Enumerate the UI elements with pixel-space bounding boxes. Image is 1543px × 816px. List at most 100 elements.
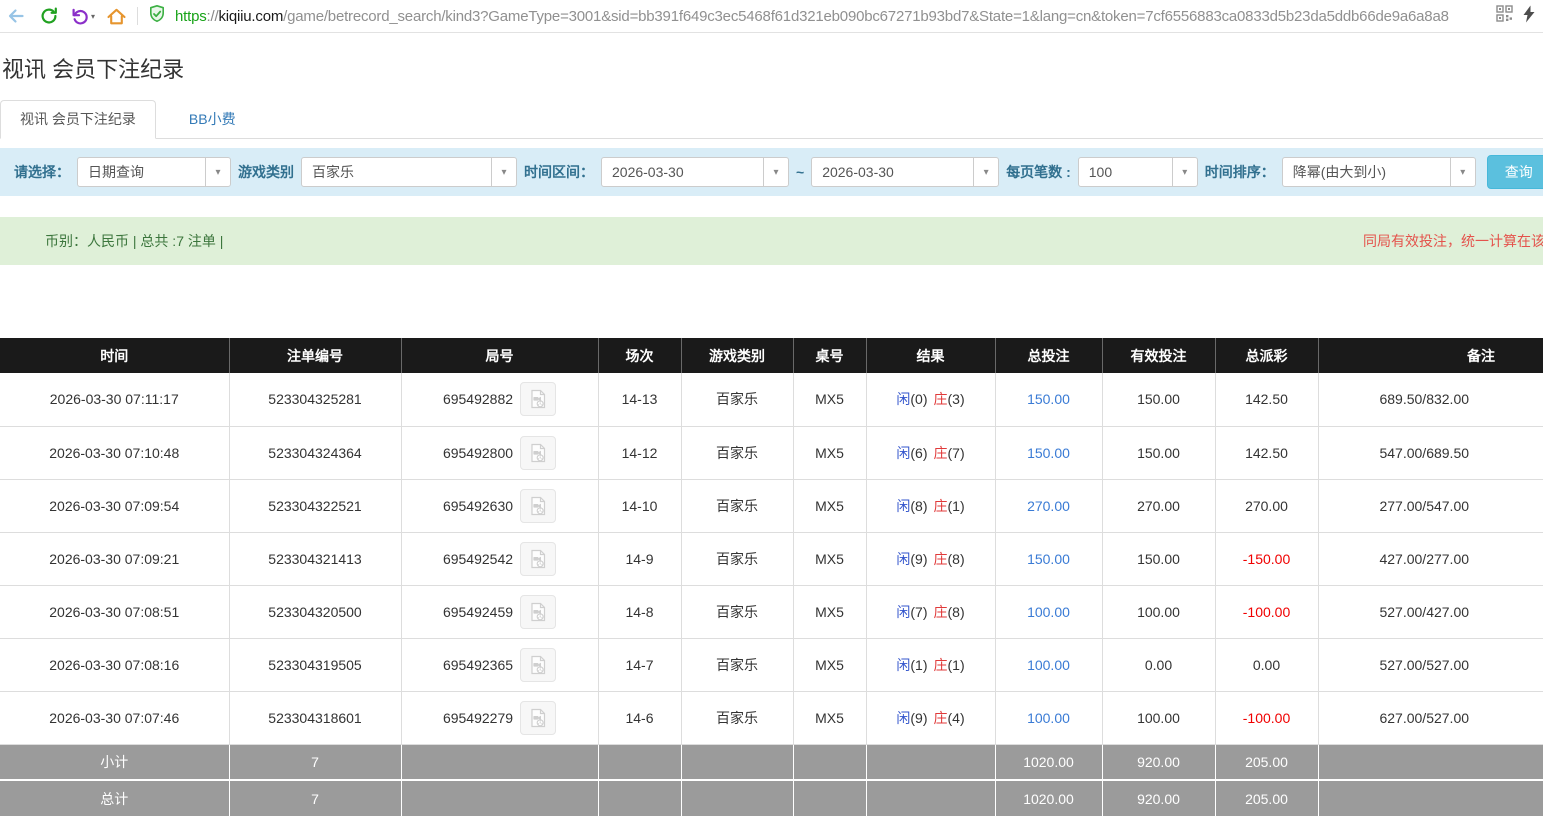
video-replay-button[interactable]	[520, 701, 556, 735]
player-result-label: 闲	[896, 445, 910, 461]
grand-total-row: 总计 7 1020.00 920.00 205.00	[0, 780, 1543, 816]
date-from-select[interactable]: 2026-03-30 ▾	[601, 157, 789, 187]
banker-result-score: (3)	[948, 391, 965, 407]
banker-result-label: 庄	[934, 657, 948, 673]
video-replay-button[interactable]	[520, 436, 556, 470]
banker-result-label: 庄	[934, 391, 948, 407]
page-size-label: 每页笔数 :	[1006, 162, 1071, 182]
cell-bet-id: 523304318601	[229, 691, 401, 744]
column-header-10: 备注	[1318, 338, 1543, 373]
cell-session: 14-6	[598, 691, 681, 744]
cell-table-no: MX5	[793, 479, 866, 532]
player-result-score: (1)	[910, 657, 927, 673]
banker-result-score: (1)	[948, 657, 965, 673]
total-bet-link[interactable]: 150.00	[1027, 391, 1070, 407]
date-range-separator: ~	[796, 164, 804, 180]
total-bet-link[interactable]: 100.00	[1027, 710, 1070, 726]
cell-bet-id: 523304324364	[229, 426, 401, 479]
cell-total-bet: 150.00	[995, 532, 1102, 585]
banker-result-score: (4)	[948, 710, 965, 726]
undo-icon[interactable]: ▾	[70, 6, 95, 26]
date-range-label: 时间区间：	[524, 162, 594, 182]
sort-order-select[interactable]: 降幂(由大到小) ▾	[1282, 157, 1476, 187]
search-button[interactable]: 查询	[1487, 155, 1543, 189]
subtotal-label: 小计	[0, 744, 229, 780]
home-icon[interactable]	[104, 4, 128, 28]
player-result-score: (6)	[910, 445, 927, 461]
subtotal-count: 7	[229, 744, 401, 780]
cell-payout: 142.50	[1215, 426, 1318, 479]
total-bet-link[interactable]: 100.00	[1027, 657, 1070, 673]
cell-game-type: 百家乐	[681, 585, 793, 638]
cell-session: 14-10	[598, 479, 681, 532]
cell-game-type: 百家乐	[681, 638, 793, 691]
cell-result: 闲(0)庄(3)	[866, 373, 995, 426]
cell-time: 2026-03-30 07:07:46	[0, 691, 229, 744]
video-replay-button[interactable]	[520, 595, 556, 629]
url-text: https://kiqiiu.com/game/betrecord_search…	[175, 8, 1487, 25]
total-bet-link[interactable]: 150.00	[1027, 445, 1070, 461]
tab-bb-tips[interactable]: BB小费	[170, 101, 255, 138]
table-row: 2026-03-30 07:09:54 523304322521 6954926…	[0, 479, 1543, 532]
column-header-8: 有效投注	[1102, 338, 1215, 373]
cell-round-id: 695492630	[401, 479, 598, 532]
total-label: 总计	[0, 780, 229, 816]
cell-valid-bet: 150.00	[1102, 373, 1215, 426]
query-type-select[interactable]: 日期查询 ▾	[77, 157, 231, 187]
cell-bet-id: 523304321413	[229, 532, 401, 585]
video-replay-button[interactable]	[520, 648, 556, 682]
lightning-icon[interactable]	[1521, 5, 1537, 28]
total-bet-link[interactable]: 270.00	[1027, 498, 1070, 514]
refresh-icon[interactable]	[37, 4, 61, 28]
cell-session: 14-9	[598, 532, 681, 585]
subtotal-valid-bet: 920.00	[1102, 744, 1215, 780]
cell-remark: 627.00/527.00	[1318, 691, 1543, 744]
column-header-7: 总投注	[995, 338, 1102, 373]
video-replay-button[interactable]	[520, 489, 556, 523]
qr-code-icon[interactable]	[1496, 5, 1513, 27]
cell-round-id: 695492365	[401, 638, 598, 691]
column-header-5: 桌号	[793, 338, 866, 373]
chevron-down-icon: ▾	[1172, 158, 1197, 186]
round-id-text: 695492365	[443, 657, 513, 673]
cell-bet-id: 523304320500	[229, 585, 401, 638]
table-row: 2026-03-30 07:10:48 523304324364 6954928…	[0, 426, 1543, 479]
player-result-label: 闲	[896, 710, 910, 726]
total-bet-link[interactable]: 100.00	[1027, 604, 1070, 620]
round-id-text: 695492279	[443, 710, 513, 726]
tab-bet-records[interactable]: 视讯 会员下注纪录	[0, 100, 156, 139]
cell-session: 14-12	[598, 426, 681, 479]
chevron-down-icon: ▾	[491, 158, 516, 186]
security-shield-icon[interactable]	[147, 4, 167, 29]
table-header-row: 时间注单编号局号场次游戏类别桌号结果总投注有效投注总派彩备注	[0, 338, 1543, 373]
player-result-score: (9)	[910, 551, 927, 567]
cell-round-id: 695492542	[401, 532, 598, 585]
total-count: 7	[229, 780, 401, 816]
page-size-select[interactable]: 100 ▾	[1078, 157, 1198, 187]
cell-time: 2026-03-30 07:11:17	[0, 373, 229, 426]
banker-result-label: 庄	[934, 551, 948, 567]
back-icon[interactable]	[4, 4, 28, 28]
cell-remark: 547.00/689.50	[1318, 426, 1543, 479]
total-valid-bet: 920.00	[1102, 780, 1215, 816]
game-type-select[interactable]: 百家乐 ▾	[301, 157, 517, 187]
total-bet-link[interactable]: 150.00	[1027, 551, 1070, 567]
banker-result-score: (7)	[948, 445, 965, 461]
player-result-label: 闲	[896, 498, 910, 514]
toolbar-divider	[137, 7, 138, 25]
video-replay-button[interactable]	[520, 542, 556, 576]
cell-game-type: 百家乐	[681, 691, 793, 744]
video-replay-button[interactable]	[520, 382, 556, 416]
cell-result: 闲(1)庄(1)	[866, 638, 995, 691]
cell-session: 14-13	[598, 373, 681, 426]
cell-time: 2026-03-30 07:09:21	[0, 532, 229, 585]
cell-time: 2026-03-30 07:09:54	[0, 479, 229, 532]
page-title: 视讯 会员下注纪录	[2, 52, 1543, 84]
chevron-down-icon: ▾	[205, 158, 230, 186]
date-to-select[interactable]: 2026-03-30 ▾	[811, 157, 999, 187]
cell-remark: 277.00/547.00	[1318, 479, 1543, 532]
address-bar[interactable]: https://kiqiiu.com/game/betrecord_search…	[147, 4, 1487, 29]
cell-session: 14-7	[598, 638, 681, 691]
cell-valid-bet: 270.00	[1102, 479, 1215, 532]
cell-remark: 427.00/277.00	[1318, 532, 1543, 585]
